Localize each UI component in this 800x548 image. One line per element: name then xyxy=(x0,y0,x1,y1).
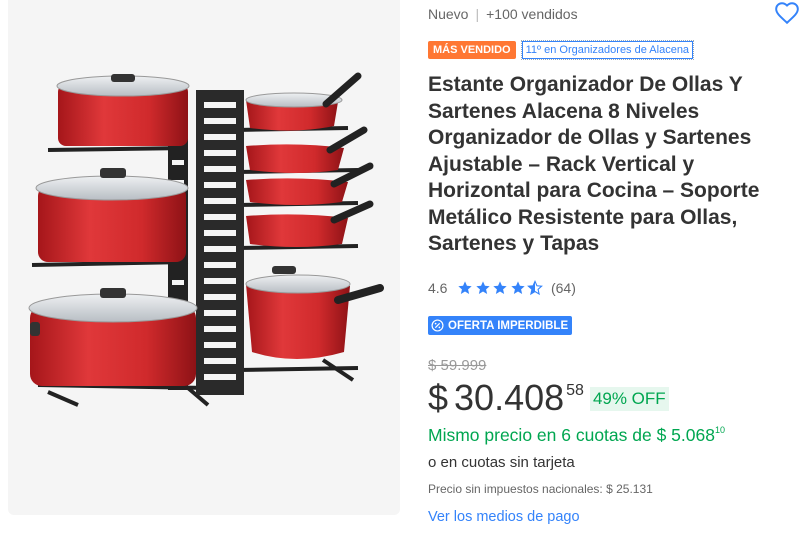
discount-label: 49% OFF xyxy=(589,387,669,411)
product-title: Estante Organizador De Ollas Y Sartenes … xyxy=(428,73,760,255)
star-full-icon xyxy=(493,281,508,294)
price-amount: 30.408 xyxy=(454,377,565,418)
ranking-link[interactable]: 11º en Organizadores de Alacena xyxy=(520,40,695,60)
pan-2 xyxy=(246,126,368,173)
condition-label: Nuevo xyxy=(428,6,469,22)
badges-row: MÁS VENDIDO 11º en Organizadores de Alac… xyxy=(428,40,695,60)
installments-info: Mismo precio en 6 cuotas de $ 5.06810 xyxy=(428,425,725,446)
payment-methods-link[interactable]: Ver los medios de pago xyxy=(428,509,580,525)
discount-badge-icon xyxy=(431,319,444,332)
pan-bottom-right xyxy=(245,266,384,359)
pot-bottom-left xyxy=(28,288,198,386)
heart-outline-icon xyxy=(775,2,799,25)
tax-note: Precio sin impuestos nacionales: $ 25.13… xyxy=(428,482,653,496)
rating-score: 4.6 xyxy=(428,280,448,296)
sold-count: +100 vendidos xyxy=(486,6,578,22)
subtitle-separator: | xyxy=(475,6,480,22)
pot-top-left xyxy=(56,74,190,146)
star-half-icon xyxy=(527,280,544,296)
offer-label: OFERTA IMPERDIBLE xyxy=(448,319,569,332)
rating-stars xyxy=(457,280,545,296)
price-cents: 58 xyxy=(566,382,584,399)
product-subtitle: Nuevo | +100 vendidos xyxy=(428,6,578,22)
pan-1 xyxy=(245,72,362,131)
original-price: $ 59.999 xyxy=(428,357,487,374)
rating-row[interactable]: 4.6 (64) xyxy=(428,280,576,296)
best-seller-badge: MÁS VENDIDO xyxy=(428,41,516,59)
favorite-button[interactable] xyxy=(774,0,800,26)
star-full-icon xyxy=(511,281,525,294)
pot-middle-left xyxy=(35,168,189,262)
pan-4 xyxy=(246,200,374,247)
star-full-icon xyxy=(458,281,473,294)
installments-text: Mismo precio en 6 cuotas de $ 5.068 xyxy=(428,425,715,445)
product-image-gallery[interactable] xyxy=(8,0,400,515)
price-currency: $ xyxy=(428,377,449,418)
product-image xyxy=(28,72,384,407)
review-count: (64) xyxy=(550,280,576,296)
offer-badge: OFERTA IMPERDIBLE xyxy=(428,316,573,335)
installments-cents: 10 xyxy=(714,425,725,435)
no-card-installments: o en cuotas sin tarjeta xyxy=(428,454,575,471)
star-full-icon xyxy=(476,281,490,294)
current-price: $ 30.408 58 49% OFF xyxy=(428,378,669,418)
